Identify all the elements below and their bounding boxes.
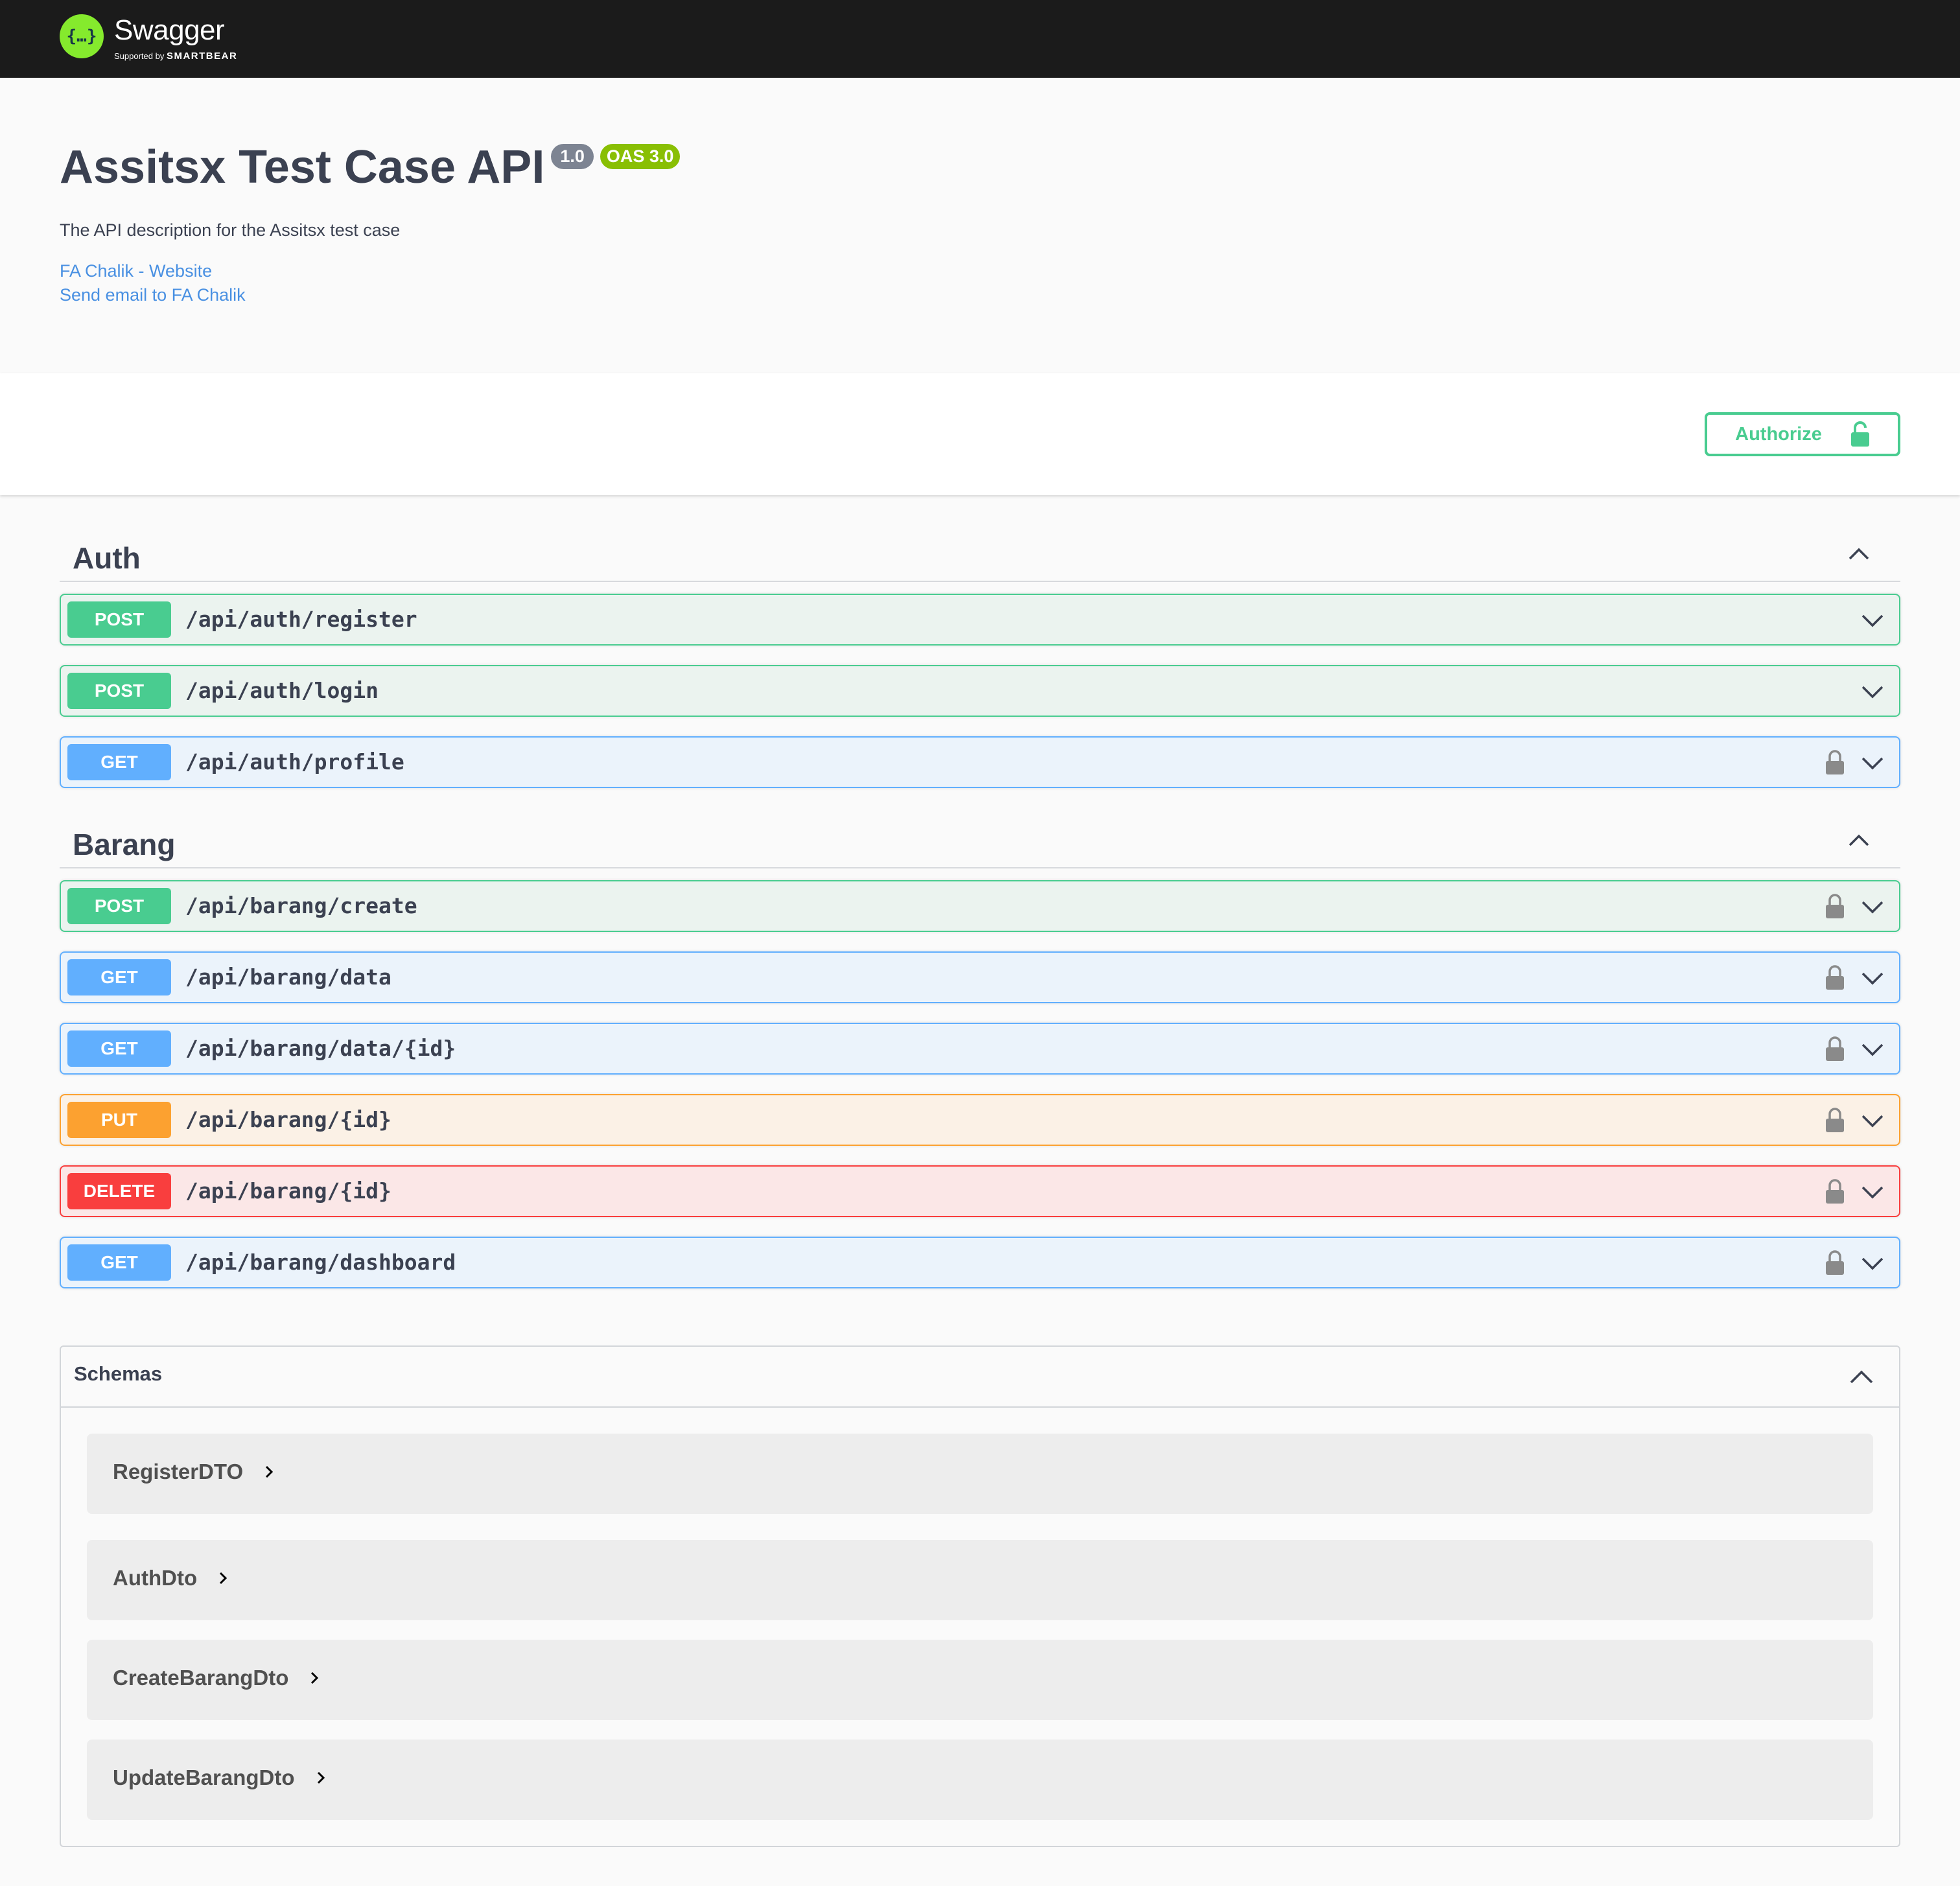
operation-row[interactable]: GET /api/auth/profile xyxy=(60,736,1900,788)
method-badge: POST xyxy=(67,601,171,638)
scheme-container: Authorize xyxy=(0,373,1960,495)
top-bar: {…} Swagger Supported by SMARTBEAR xyxy=(0,0,1960,78)
schema-model[interactable]: CreateBarangDto xyxy=(87,1640,1873,1720)
chevron-right-icon[interactable] xyxy=(215,1570,231,1586)
method-badge: PUT xyxy=(67,1102,171,1138)
method-badge: GET xyxy=(67,1244,171,1281)
chevron-down-icon[interactable] xyxy=(1860,966,1885,990)
lock-icon[interactable] xyxy=(1825,1036,1845,1062)
operation-row[interactable]: POST /api/barang/create xyxy=(60,880,1900,932)
operation-path: /api/auth/register xyxy=(185,607,417,632)
tag-auth[interactable]: Auth xyxy=(60,525,1900,582)
operation-row[interactable]: GET /api/barang/data/{id} xyxy=(60,1023,1900,1075)
operation-path: /api/auth/profile xyxy=(185,749,404,774)
operation-row[interactable]: PUT /api/barang/{id} xyxy=(60,1094,1900,1146)
chevron-up-icon[interactable] xyxy=(1847,542,1871,565)
schemas-header[interactable]: Schemas xyxy=(61,1347,1899,1408)
method-badge: DELETE xyxy=(67,1173,171,1209)
method-badge: POST xyxy=(67,673,171,709)
schema-model-name: RegisterDTO xyxy=(113,1460,244,1484)
version-badge: 1.0 xyxy=(551,144,594,169)
authorize-button[interactable]: Authorize xyxy=(1705,412,1900,456)
chevron-down-icon[interactable] xyxy=(1860,894,1885,919)
chevron-right-icon[interactable] xyxy=(261,1464,277,1480)
operation-row[interactable]: POST /api/auth/login xyxy=(60,665,1900,717)
chevron-up-icon[interactable] xyxy=(1849,1364,1874,1390)
email-link[interactable]: Send email to FA Chalik xyxy=(60,285,1900,305)
swagger-logo-text: Swagger Supported by SMARTBEAR xyxy=(114,13,257,62)
oas-badge: OAS 3.0 xyxy=(600,144,681,169)
tag-name: Barang xyxy=(73,828,176,861)
chevron-right-icon[interactable] xyxy=(307,1670,322,1686)
lock-icon[interactable] xyxy=(1825,749,1845,775)
api-info: Assitsx Test Case API 1.0 OAS 3.0 The AP… xyxy=(60,136,1900,305)
lock-icon[interactable] xyxy=(1825,1178,1845,1204)
method-badge: GET xyxy=(67,744,171,780)
schemas-title: Schemas xyxy=(74,1362,163,1385)
api-title: Assitsx Test Case API xyxy=(60,141,545,193)
operation-path: /api/barang/dashboard xyxy=(185,1250,456,1275)
operation-path: /api/barang/data/{id} xyxy=(185,1036,456,1061)
schemas-section: Schemas RegisterDTO AuthDto CreateBarang… xyxy=(60,1345,1900,1847)
chevron-down-icon[interactable] xyxy=(1860,608,1885,633)
chevron-down-icon[interactable] xyxy=(1860,751,1885,775)
schema-model-name: CreateBarangDto xyxy=(113,1666,289,1690)
operation-path: /api/barang/data xyxy=(185,964,391,990)
method-badge: GET xyxy=(67,1030,171,1067)
swagger-logo-icon: {…} xyxy=(60,14,104,58)
chevron-right-icon[interactable] xyxy=(313,1770,329,1786)
operation-row[interactable]: POST /api/auth/register xyxy=(60,594,1900,646)
schema-model-name: AuthDto xyxy=(113,1566,198,1590)
lock-icon[interactable] xyxy=(1825,1107,1845,1133)
tag-name: Auth xyxy=(73,541,141,575)
operation-path: /api/auth/login xyxy=(185,678,379,703)
swagger-logo-subtitle: Supported by SMARTBEAR xyxy=(114,51,237,62)
supported-by-text: Supported by xyxy=(114,51,165,61)
schema-model-inner: AuthDto xyxy=(113,1566,231,1590)
schema-model-inner: RegisterDTO xyxy=(113,1460,277,1484)
lock-icon[interactable] xyxy=(1825,893,1845,919)
authorize-label: Authorize xyxy=(1735,423,1822,445)
operation-path: /api/barang/create xyxy=(185,893,417,918)
schema-model-inner: CreateBarangDto xyxy=(113,1666,322,1690)
swagger-logo[interactable]: {…} Swagger Supported by SMARTBEAR xyxy=(60,13,257,62)
schema-model[interactable]: RegisterDTO xyxy=(87,1434,1873,1514)
chevron-down-icon[interactable] xyxy=(1860,1251,1885,1275)
api-description: The API description for the Assitsx test… xyxy=(60,220,401,240)
smartbear-text: SMARTBEAR xyxy=(166,51,238,62)
schema-model-name: UpdateBarangDto xyxy=(113,1765,295,1789)
lock-icon[interactable] xyxy=(1825,1250,1845,1275)
chevron-down-icon[interactable] xyxy=(1860,1108,1885,1133)
title-row: Assitsx Test Case API 1.0 OAS 3.0 xyxy=(60,136,1900,191)
chevron-down-icon[interactable] xyxy=(1860,1180,1885,1204)
schema-model[interactable]: UpdateBarangDto xyxy=(87,1740,1873,1820)
method-badge: POST xyxy=(67,888,171,924)
schema-model-inner: UpdateBarangDto xyxy=(113,1765,329,1790)
tag-barang[interactable]: Barang xyxy=(60,811,1900,868)
chevron-down-icon[interactable] xyxy=(1860,1037,1885,1062)
operation-path: /api/barang/{id} xyxy=(185,1107,391,1132)
chevron-up-icon[interactable] xyxy=(1847,828,1871,852)
unlock-icon xyxy=(1850,421,1869,447)
chevron-down-icon[interactable] xyxy=(1860,679,1885,704)
schema-model[interactable]: AuthDto xyxy=(87,1540,1873,1620)
swagger-logo-name: Swagger xyxy=(114,14,225,46)
operation-row[interactable]: GET /api/barang/data xyxy=(60,951,1900,1003)
operation-row[interactable]: DELETE /api/barang/{id} xyxy=(60,1165,1900,1217)
lock-icon[interactable] xyxy=(1825,964,1845,990)
website-link[interactable]: FA Chalik - Website xyxy=(60,261,1900,281)
operation-path: /api/barang/{id} xyxy=(185,1178,391,1204)
operation-row[interactable]: GET /api/barang/dashboard xyxy=(60,1237,1900,1288)
method-badge: GET xyxy=(67,959,171,995)
